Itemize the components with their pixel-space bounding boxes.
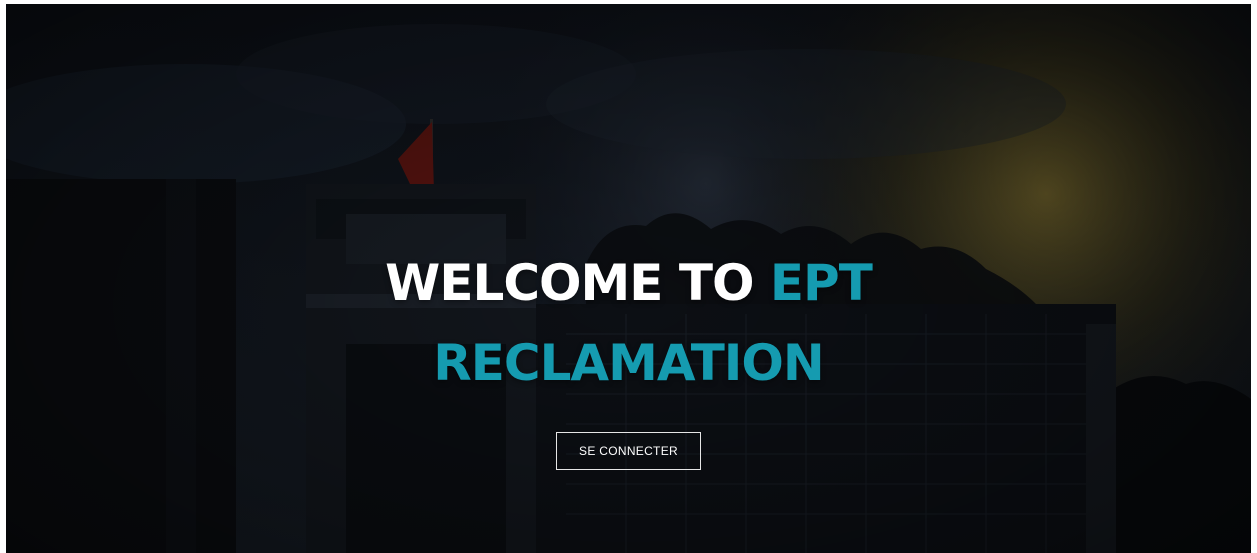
se-connecter-button[interactable]: SE CONNECTER: [556, 432, 701, 470]
hero-title-line-2: RECLAMATION: [433, 334, 825, 392]
hero-title-accent-ept: EPT: [769, 254, 873, 312]
hero-section: WELCOME TO EPT RECLAMATION SE CONNECTER: [6, 4, 1251, 553]
hero-title-white: WELCOME TO: [385, 254, 754, 312]
hero-title-line-1: WELCOME TO EPT: [6, 252, 1251, 314]
hero-content: WELCOME TO EPT RECLAMATION SE CONNECTER: [6, 252, 1251, 470]
